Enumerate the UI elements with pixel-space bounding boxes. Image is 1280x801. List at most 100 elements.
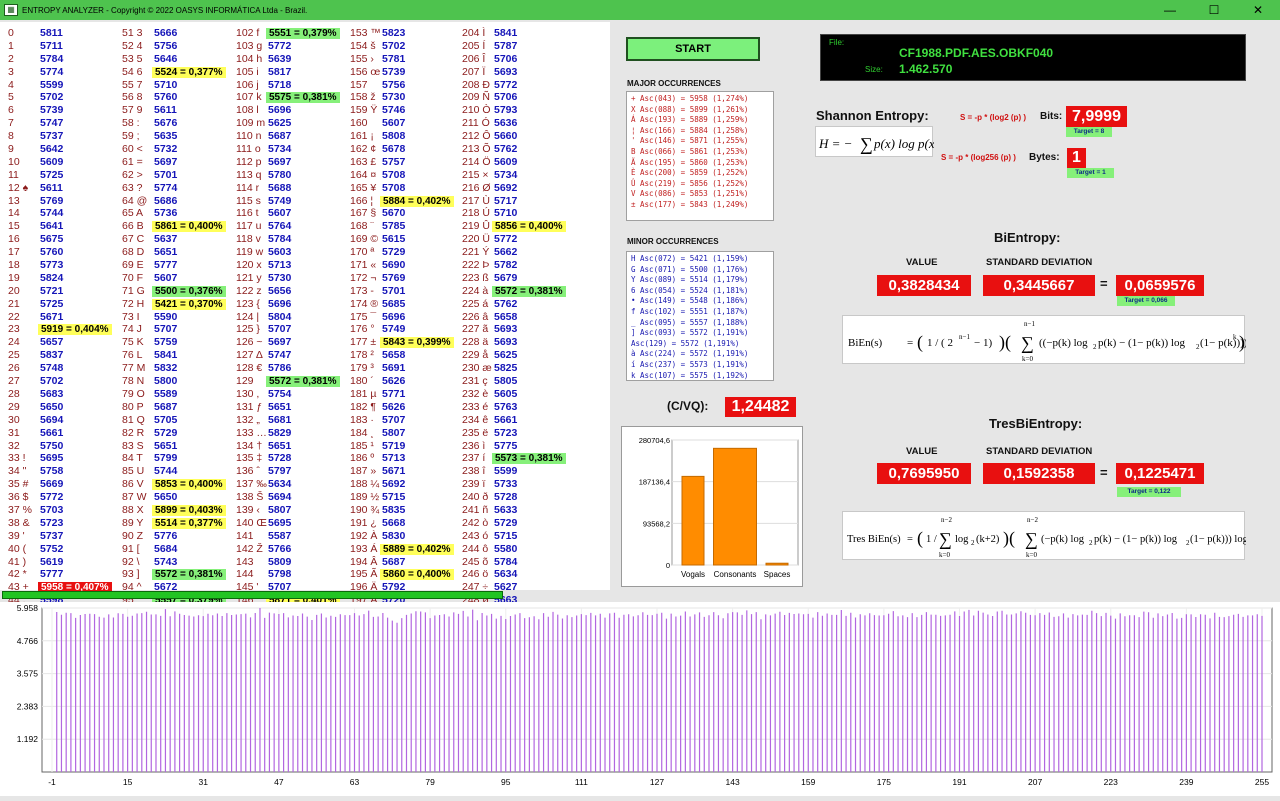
byte-distribution-chart: 5.958 4.766 3.575 2.383 1.192 -1 15 31 47 63 79 95 1… [0,602,1280,796]
byte-count: 5766 [268,543,291,556]
minor-occurrences-title: MINOR OCCURRENCES [627,237,719,246]
bientropy-result: 0,0659576 [1116,275,1204,296]
byte-index: 89 Y [122,517,156,530]
y-tick-label: 0 [666,561,670,570]
occurrence-item: + Asc(043) = 5958 (1,274%) [631,94,769,105]
byte-index: 207 Ï [462,66,496,79]
byte-index: 8  [8,130,42,143]
byte-count: 5764 [268,220,291,233]
byte-count: 5661 [494,414,517,427]
byte-count: 5713 [382,452,405,465]
byte-index: 38 & [8,517,42,530]
byte-count: 5676 [154,117,177,130]
byte-index: 216 Ø [462,182,496,195]
byte-index: 1  [8,40,42,53]
title-bar: ▦ ENTROPY ANALYZER - Copyright © 2022 OA… [0,0,1280,20]
minor-occurrences-list[interactable]: H Asc(072) = 5421 (1,159%) G Asc(071) = 5… [626,251,774,381]
minimize-icon[interactable]: — [1148,0,1192,20]
byte-count: 5832 [154,362,177,375]
occurrence-item: Ã Asc(195) = 5860 (1,253%) [631,158,769,169]
byte-index: 113 q [236,169,270,182]
byte-count: 5730 [268,272,291,285]
byte-index: 115 s [236,195,270,208]
svg-text:=: = [907,337,913,349]
byte-index: 85 U [122,465,156,478]
byte-count: 5734 [268,143,291,156]
byte-count: 5760 [40,246,63,259]
byte-index: 52 4 [122,40,156,53]
byte-count: 5824 [40,272,63,285]
occurrence-item: f Asc(102) = 5551 (1,187%) [631,307,769,318]
byte-index: 162 ¢ [350,143,384,156]
byte-count: 5690 [382,259,405,272]
byte-count: 5669 [40,478,63,491]
byte-index: 119 w [236,246,270,259]
byte-index: 79 O [122,388,156,401]
byte-count: 5687 [268,130,291,143]
byte-index: 154 š [350,40,384,53]
byte-count: 5772 [268,40,291,53]
byte-index: 218 Ú [462,207,496,220]
byte-index: 73 I [122,311,156,324]
byte-count: 5781 [382,53,405,66]
byte-count: 5611 [154,104,177,117]
byte-count: 5701 [382,285,405,298]
byte-index: 41 ) [8,556,42,569]
byte-index: 125 } [236,323,270,336]
byte-index: 240 ð [462,491,496,504]
occurrence-item: k Asc(107) = 5575 (1,192%) [631,371,769,382]
byte-index: 223 ß [462,272,496,285]
byte-index: 76 L [122,349,156,362]
shannon-formula-svg: H = − ∑ p(x) log p(x) [816,127,934,158]
occurrence-item: V Asc(086) = 5853 (1,251%) [631,189,769,200]
byte-index: 181 µ [350,388,384,401]
svg-text:∑: ∑ [939,529,952,549]
byte-index: 234 ê [462,414,496,427]
byte-highlight: 5575 = 0,381% [266,92,340,103]
size-label: Size: [865,65,883,74]
maximize-icon[interactable]: ☐ [1192,0,1236,20]
tresbientropy-target: Target = 0,122 [1117,487,1181,497]
byte-count: 5773 [40,259,63,272]
byte-index: 91 [ [122,543,156,556]
byte-index: 158 ž [350,91,384,104]
byte-index: 67 C [122,233,156,246]
byte-count: 5756 [382,79,405,92]
byte-index: 214 Ö [462,156,496,169]
byte-count: 5797 [268,465,291,478]
byte-count: 5696 [268,298,291,311]
byte-count: 5615 [382,233,405,246]
byte-index: 185 ¹ [350,440,384,453]
bytes-target: Target = 1 [1067,168,1114,178]
byte-index: 224 à [462,285,496,298]
byte-index: 189 ½ [350,491,384,504]
svg-text:BiEn(s): BiEn(s) [848,337,883,349]
byte-count: 5587 [268,530,291,543]
svg-text:2: 2 [1089,539,1093,547]
byte-count: 5721 [40,285,63,298]
byte-index: 134 † [236,440,270,453]
byte-count: 5775 [494,440,517,453]
byte-count: 5807 [382,427,405,440]
byte-index: 108 l [236,104,270,117]
byte-index: 157 [350,79,384,92]
byte-index: 74 J [122,323,156,336]
svg-text:)(: )( [999,332,1011,353]
byte-index: 55 7 [122,79,156,92]
byte-count: 5660 [494,130,517,143]
byte-index: 167 § [350,207,384,220]
byte-index: 130 , [236,388,270,401]
byte-index: 160 [350,117,384,130]
close-icon[interactable]: ✕ [1236,0,1280,20]
major-occurrences-list[interactable]: + Asc(043) = 5958 (1,274%) X Asc(088) = 5… [626,91,774,221]
byte-index: 175 ¯ [350,311,384,324]
svg-text:1 / ( 2: 1 / ( 2 [927,337,953,349]
start-button[interactable]: START [626,37,760,61]
byte-count: 5657 [40,336,63,349]
svg-text:n−2: n−2 [1027,516,1038,524]
y-tick-label: 3.575 [17,669,39,679]
byte-count: 5685 [382,298,405,311]
bientropy-value-label: VALUE [906,257,938,268]
byte-highlight: 5572 = 0,381% [152,569,226,580]
x-tick-label: 111 [575,777,588,787]
